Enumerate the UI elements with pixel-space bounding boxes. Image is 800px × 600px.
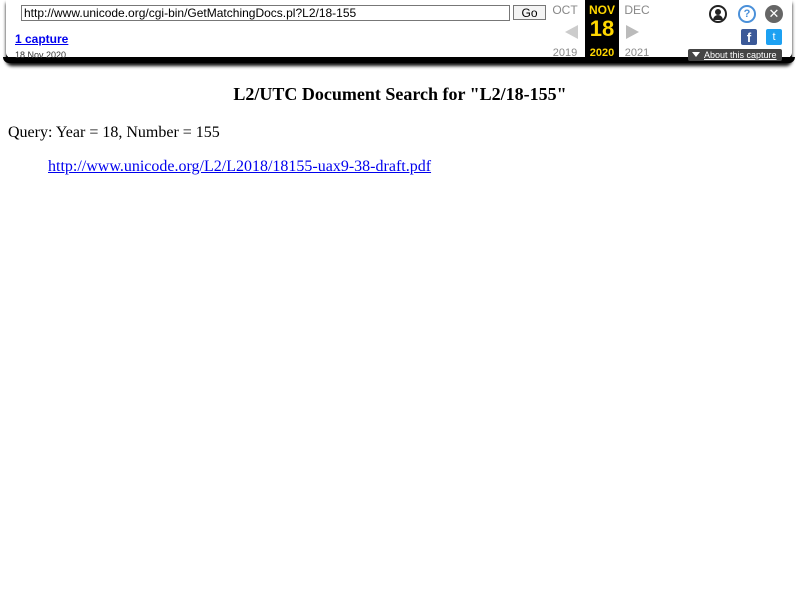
user-icon[interactable]	[709, 5, 727, 23]
prev-year-link[interactable]: 2019	[548, 47, 582, 59]
query-text: Query: Year = 18, Number = 155	[8, 124, 220, 141]
next-capture-arrow-icon[interactable]	[626, 25, 639, 39]
current-day: 18	[589, 16, 615, 41]
facebook-share-icon[interactable]: f	[741, 29, 757, 45]
prev-capture-arrow-icon[interactable]	[565, 25, 578, 39]
page-title: L2/UTC Document Search for "L2/18-155"	[233, 84, 567, 104]
current-year: 2020	[589, 47, 615, 59]
capture-date: 18 Nov 2020	[15, 50, 67, 60]
captures-link[interactable]: 1 capture	[15, 32, 68, 46]
url-input[interactable]	[21, 5, 510, 21]
current-month: NOV	[588, 3, 615, 17]
about-capture-button[interactable]: About this capture	[688, 49, 782, 61]
prev-month-link[interactable]: OCT	[548, 3, 582, 17]
twitter-share-icon[interactable]: t	[766, 29, 782, 45]
go-button[interactable]: Go	[513, 5, 546, 20]
wayback-toolbar: Go 1 capture 18 Nov 2020 OCT 2019 DEC 20…	[3, 0, 795, 63]
result-document-link[interactable]: http://www.unicode.org/L2/L2018/18155-ua…	[48, 158, 431, 176]
current-capture-column: NOV 18 2020	[585, 0, 619, 63]
close-icon[interactable]: ✕	[765, 5, 783, 23]
next-month-link[interactable]: DEC	[620, 3, 654, 17]
help-icon[interactable]: ?	[738, 5, 756, 23]
toolbar-body: Go 1 capture 18 Nov 2020 OCT 2019 DEC 20…	[6, 0, 792, 61]
next-year-link[interactable]: 2021	[620, 47, 654, 59]
